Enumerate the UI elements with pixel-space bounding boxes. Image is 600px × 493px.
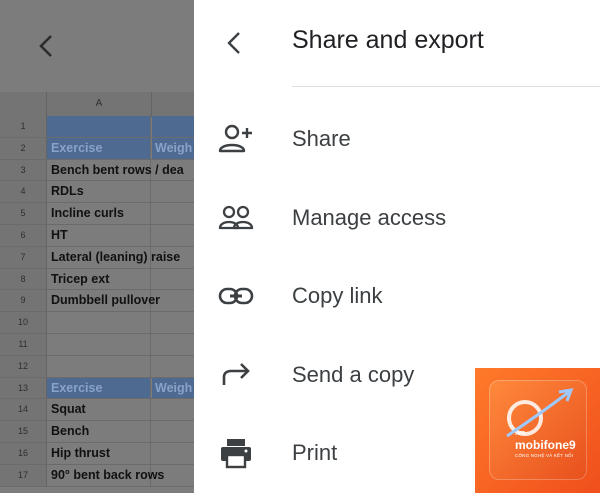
sheet-row: 4 RDLs [0, 181, 194, 204]
sheet-row: 7 Lateral (leaning) raise [0, 246, 194, 269]
mobifone-watermark-logo: .vn mobifone9 CÔNG NGHỆ VÀ KẾT NỐI [475, 368, 600, 493]
row-number[interactable]: 13 [0, 377, 47, 399]
cell-a-text: Exercise [51, 380, 103, 395]
cell-b-text: Weigh [155, 140, 193, 155]
cell-a[interactable] [47, 333, 151, 355]
cell-a-text: RDLs [51, 184, 84, 199]
row-number[interactable]: 6 [0, 224, 47, 246]
sheet-grid: 1 2 Exercise Weigh 3 Bench bent rows / dea 4 RD… [0, 116, 194, 487]
cell-a-text: Incline curls [51, 206, 124, 221]
sheet-row: 15 Bench [0, 421, 194, 443]
sheet-row: 11 [0, 333, 194, 356]
print-label: Print [292, 440, 338, 465]
copy-link-menu-item[interactable]: Copy link [194, 261, 600, 331]
row-number[interactable]: 1 [0, 116, 47, 137]
panel-title: Share and export [292, 26, 484, 54]
sheet-row: 6 HT [0, 224, 194, 247]
row-number[interactable]: 8 [0, 268, 47, 290]
send-a-copy-label: Send a copy [292, 362, 415, 387]
row-number[interactable]: 15 [0, 421, 47, 442]
sheet-row: 9 Dumbbell pullover [0, 290, 194, 313]
row-number[interactable]: 5 [0, 203, 47, 224]
cell-a-text: Hip thrust [51, 445, 111, 460]
sheet-row: 5 Incline curls [0, 203, 194, 225]
cell-a-text: Dumbbell pullover [51, 293, 161, 308]
row-number[interactable]: 4 [0, 181, 47, 203]
person-add-icon [218, 124, 252, 153]
sheet-row: 2 Exercise Weigh [0, 137, 194, 160]
cell-a-text: Lateral (leaning) raise [51, 249, 181, 264]
row-number[interactable]: 10 [0, 312, 47, 333]
cell-b[interactable] [152, 203, 194, 224]
spreadsheet-background: A 1 2 Exercise Weigh 3 Bench bent rows / dea 4… [0, 0, 194, 493]
swoosh-icon [506, 388, 574, 438]
row-number[interactable]: 7 [0, 246, 47, 268]
cell-a-text: HT [51, 227, 68, 242]
row-number[interactable]: 14 [0, 399, 47, 421]
sheet-row: 1 [0, 116, 194, 138]
divider [292, 86, 600, 87]
select-all-corner[interactable] [0, 92, 47, 116]
sheet-row: 10 [0, 312, 194, 334]
cell-b[interactable] [152, 421, 194, 442]
cell-b[interactable] [152, 225, 194, 246]
row-number[interactable]: 16 [0, 442, 47, 464]
cell-b-text: Weigh [155, 380, 193, 395]
cell-b[interactable] [152, 334, 194, 355]
row-number[interactable]: 2 [0, 137, 47, 159]
back-arrow-icon[interactable] [220, 28, 250, 58]
cell-b[interactable] [152, 356, 194, 377]
sheet-row: 16 Hip thrust [0, 442, 194, 465]
logo-tile: .vn mobifone9 CÔNG NGHỆ VÀ KẾT NỐI [489, 380, 587, 480]
row-number[interactable]: 11 [0, 333, 47, 355]
cell-a[interactable] [47, 312, 151, 333]
link-icon [218, 287, 254, 305]
manage-access-label: Manage access [292, 205, 447, 230]
cell-b[interactable] [152, 269, 194, 290]
cell-b[interactable] [152, 443, 194, 464]
column-a-header[interactable]: A [47, 92, 152, 116]
sheet-row: 8 Tricep ext [0, 268, 194, 291]
row-number[interactable]: 3 [0, 159, 47, 181]
row-number[interactable]: 17 [0, 464, 47, 486]
sheet-row: 3 Bench bent rows / dea [0, 159, 194, 182]
share-label: Share [292, 126, 351, 151]
cell-a-text: 90° bent back rows [51, 467, 165, 482]
forward-arrow-icon [222, 363, 250, 385]
share-menu-item[interactable]: Share [194, 104, 600, 174]
printer-icon [221, 439, 251, 469]
cell-b[interactable] [152, 399, 194, 420]
cell-b[interactable] [152, 312, 194, 333]
cell-a[interactable] [47, 355, 151, 377]
cell-a[interactable] [47, 116, 151, 137]
sheet-row: 13 Exercise Weigh [0, 377, 194, 400]
cell-a-text: Tricep ext [51, 271, 110, 286]
manage-access-menu-item[interactable]: Manage access [194, 183, 600, 253]
sheet-row: 12 [0, 355, 194, 378]
cell-a-text: Bench bent rows / dea [51, 162, 184, 177]
cell-b[interactable] [152, 181, 194, 202]
back-arrow-icon[interactable] [34, 30, 58, 62]
logo-brand: mobifone9 [515, 438, 576, 452]
logo-tagline: CÔNG NGHỆ VÀ KẾT NỐI [515, 453, 574, 458]
logo-domain: .vn [515, 430, 526, 437]
cell-a-text: Exercise [51, 140, 103, 155]
sheet-row: 17 90° bent back rows [0, 464, 194, 487]
copy-link-label: Copy link [292, 283, 383, 308]
sheet-toolbar [0, 0, 194, 92]
people-icon [218, 205, 254, 230]
sheet-row: 14 Squat [0, 399, 194, 422]
row-number[interactable]: 12 [0, 355, 47, 377]
row-number[interactable]: 9 [0, 290, 47, 312]
column-header-row: A [0, 92, 194, 117]
cell-a-text: Bench [51, 424, 90, 439]
cell-b[interactable] [152, 116, 194, 137]
cell-a-text: Squat [51, 402, 86, 417]
